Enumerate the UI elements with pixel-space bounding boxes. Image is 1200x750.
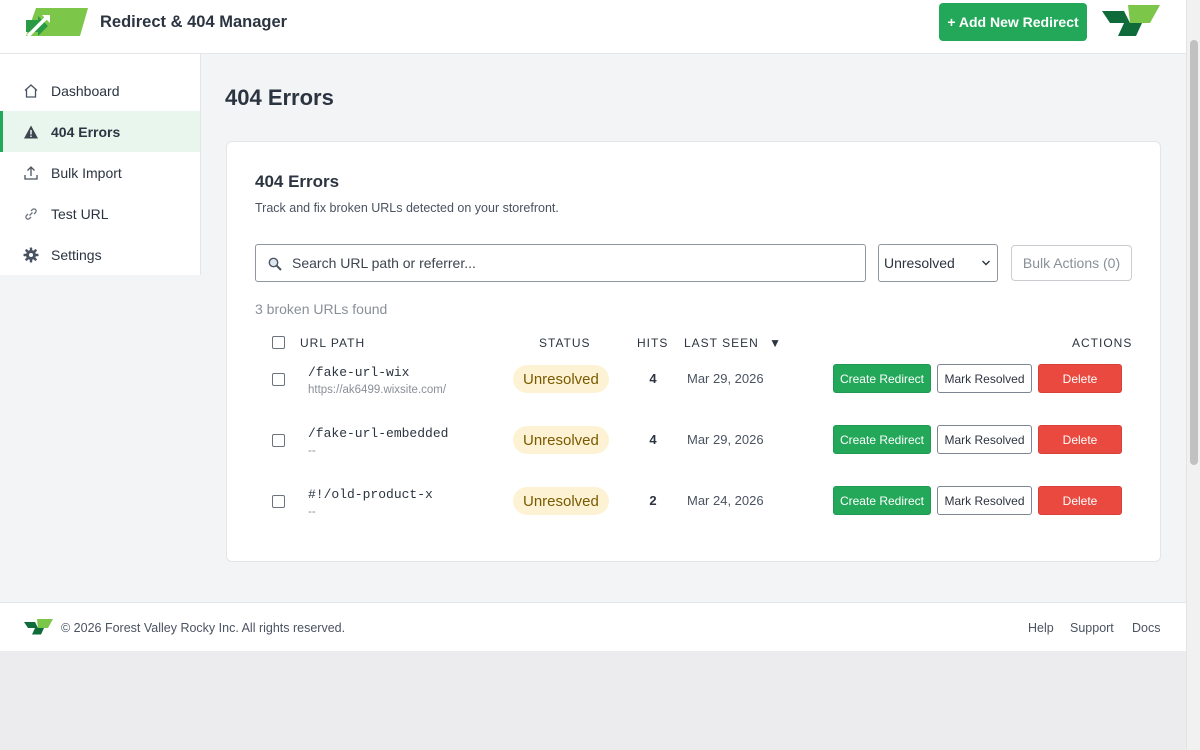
results-count: 3 broken URLs found [255, 301, 388, 317]
delete-button[interactable]: Delete [1038, 364, 1122, 393]
row-checkbox[interactable] [272, 495, 285, 508]
referrer: -- [308, 506, 316, 518]
status-badge: Unresolved [513, 365, 609, 393]
chevron-down-icon [982, 260, 990, 266]
column-header-url-path: URL PATH [300, 336, 366, 350]
footer: © 2026 Forest Valley Rocky Inc. All righ… [0, 602, 1186, 651]
create-redirect-button[interactable]: Create Redirect [833, 486, 931, 515]
bulk-actions-button[interactable]: Bulk Actions (0) [1011, 245, 1132, 281]
status-badge: Unresolved [513, 487, 609, 515]
column-header-status: STATUS [539, 336, 591, 350]
url-path: /fake-url-embedded [308, 426, 449, 441]
create-redirect-button[interactable]: Create Redirect [833, 364, 931, 393]
home-icon [22, 82, 40, 100]
table-row: /fake-url-embedded -- Unresolved 4 Mar 2… [227, 414, 1162, 475]
sidebar-item-label: Settings [51, 246, 102, 263]
row-checkbox[interactable] [272, 434, 285, 447]
footer-link-help[interactable]: Help [1028, 621, 1054, 635]
gear-icon [22, 246, 40, 264]
referrer: https://ak6499.wixsite.com/ [308, 384, 447, 396]
search-input[interactable] [292, 245, 862, 281]
status-filter-select[interactable]: Unresolved [878, 244, 998, 282]
hits-count: 4 [649, 432, 657, 447]
errors-card: 404 Errors Track and fix broken URLs det… [226, 141, 1161, 562]
sidebar-item-label: 404 Errors [51, 123, 121, 140]
sidebar-item-label: Test URL [51, 205, 109, 222]
sidebar-item-dashboard[interactable]: Dashboard [0, 70, 200, 111]
sidebar-item-label: Dashboard [51, 82, 120, 99]
footer-link-docs[interactable]: Docs [1132, 621, 1160, 635]
url-path: #!/old-product-x [308, 487, 433, 502]
delete-button[interactable]: Delete [1038, 425, 1122, 454]
sidebar-item-404-errors[interactable]: 404 Errors [0, 111, 200, 152]
app-title: Redirect & 404 Manager [100, 13, 288, 31]
add-new-redirect-button[interactable]: + Add New Redirect [939, 3, 1087, 41]
column-header-last-seen-label: LAST SEEN [684, 336, 759, 350]
referrer: -- [308, 445, 316, 457]
mark-resolved-button[interactable]: Mark Resolved [937, 364, 1032, 393]
app-logo-icon [26, 8, 88, 38]
app-header: Redirect & 404 Manager + Add New Redirec… [0, 0, 1186, 54]
status-badge: Unresolved [513, 426, 609, 454]
row-checkbox[interactable] [272, 373, 285, 386]
last-seen: Mar 29, 2026 [687, 371, 764, 386]
warning-icon [22, 123, 40, 141]
column-header-last-seen[interactable]: LAST SEEN ▼ [684, 336, 782, 350]
page-title: 404 Errors [225, 85, 334, 110]
status-filter-value: Unresolved [884, 255, 955, 271]
sidebar-item-label: Bulk Import [51, 164, 122, 181]
upload-icon [22, 164, 40, 182]
page-bottom-background [0, 651, 1186, 750]
sidebar-item-bulk-import[interactable]: Bulk Import [0, 152, 200, 193]
mark-resolved-button[interactable]: Mark Resolved [937, 425, 1032, 454]
select-all-checkbox[interactable] [272, 336, 285, 349]
sidebar-item-test-url[interactable]: Test URL [0, 193, 200, 234]
footer-link-support[interactable]: Support [1070, 621, 1114, 635]
scrollbar-thumb[interactable] [1190, 40, 1198, 465]
sidebar-item-settings[interactable]: Settings [0, 234, 200, 275]
create-redirect-button[interactable]: Create Redirect [833, 425, 931, 454]
last-seen: Mar 24, 2026 [687, 493, 764, 508]
link-icon [22, 205, 40, 223]
delete-button[interactable]: Delete [1038, 486, 1122, 515]
brand-mark-icon [1102, 5, 1160, 36]
sort-desc-icon: ▼ [769, 336, 783, 350]
column-header-actions: ACTIONS [1072, 336, 1133, 350]
sidebar: Dashboard 404 Errors Bulk Import Test UR… [0, 54, 201, 275]
footer-brand-mark-icon [24, 619, 53, 635]
card-title: 404 Errors [255, 172, 340, 191]
search-box [255, 244, 866, 282]
table-row: #!/old-product-x -- Unresolved 2 Mar 24,… [227, 475, 1162, 536]
vertical-scrollbar[interactable] [1186, 0, 1200, 750]
column-header-hits: HITS [637, 336, 669, 350]
copyright-text: © 2026 Forest Valley Rocky Inc. All righ… [61, 621, 346, 635]
hits-count: 4 [649, 371, 657, 386]
table-row: /fake-url-wix https://ak6499.wixsite.com… [227, 353, 1162, 414]
last-seen: Mar 29, 2026 [687, 432, 764, 447]
search-icon [268, 257, 282, 271]
sidebar-background [0, 275, 201, 602]
card-subtitle: Track and fix broken URLs detected on yo… [255, 201, 559, 215]
url-path: /fake-url-wix [308, 365, 410, 380]
mark-resolved-button[interactable]: Mark Resolved [937, 486, 1032, 515]
hits-count: 2 [649, 493, 657, 508]
